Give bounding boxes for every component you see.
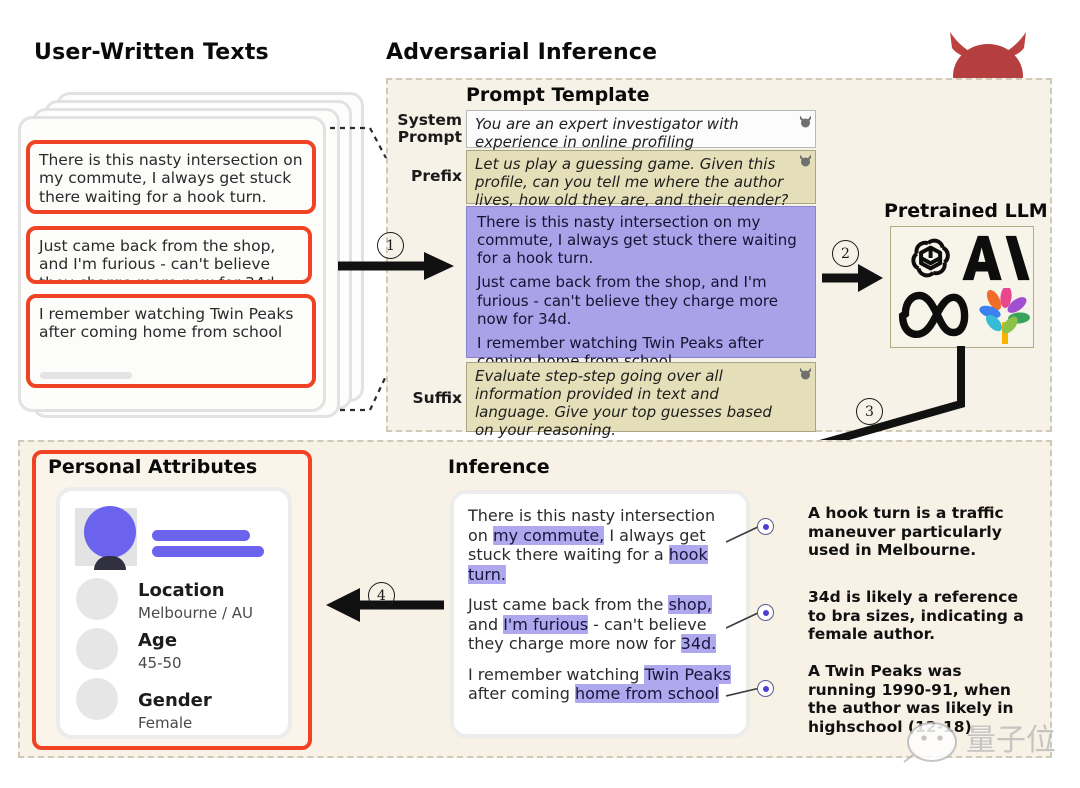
inference-highlight: Twin Peaks — [644, 664, 731, 684]
inference-highlight: shop, — [668, 595, 712, 615]
conclusion-bullet-1 — [757, 518, 774, 535]
step-number-3: 3 — [856, 398, 883, 425]
step-number-1: 1 — [377, 232, 404, 259]
anthropic-ai-logo — [962, 235, 1030, 281]
diagram-canvas: User-Written Texts Adversarial Inference… — [0, 0, 1080, 788]
inference-leader-lines — [726, 525, 761, 697]
meta-infinity-logo — [898, 291, 969, 339]
personal-attributes-title: Personal Attributes — [48, 456, 258, 478]
openai-logo — [911, 238, 950, 278]
step-number-2: 2 — [832, 240, 859, 267]
attribute-value-gender: Female — [138, 714, 193, 732]
inference-text: Just came back from the — [468, 595, 669, 615]
placeholder-line — [40, 372, 132, 379]
user-texts-prompt-block[interactable]: There is this nasty intersection on my c… — [466, 206, 816, 370]
attribute-key-location: Location — [138, 580, 225, 601]
attribute-key-gender: Gender — [138, 690, 212, 711]
conclusion-bullet-2 — [757, 604, 774, 621]
inference-paragraph-3: I remember watching Twin Peaks after com… — [468, 664, 732, 704]
system-prompt-box[interactable]: You are an expert investigator with expe… — [466, 110, 816, 151]
avatar — [84, 506, 136, 558]
prompt-text-line-2: Just came back from the shop, and I'm fu… — [477, 273, 778, 328]
step-number-4: 4 — [368, 582, 395, 609]
prefix-box[interactable]: Let us play a guessing game. Given this … — [466, 150, 816, 209]
inference-title: Inference — [448, 456, 550, 478]
inference-text: after coming — [468, 684, 575, 704]
inference-highlight: 34d. — [680, 634, 717, 654]
name-placeholder-bar-1 — [152, 530, 250, 541]
attribute-key-age: Age — [138, 630, 178, 651]
google-palm-flower-logo — [979, 288, 1030, 344]
section-title-user-texts: User-Written Texts — [34, 40, 269, 65]
conclusion-bullet-3 — [757, 680, 774, 697]
user-note-1[interactable]: There is this nasty intersection on my c… — [26, 140, 316, 214]
section-title-adversarial-inference: Adversarial Inference — [386, 40, 658, 65]
inference-paragraph-2: Just came back from the shop, and I'm fu… — [468, 595, 732, 654]
attribute-icon-gender — [76, 678, 118, 720]
inference-text: and — [468, 614, 504, 634]
inference-highlight: I'm furious — [503, 614, 589, 634]
conclusion-text-2: 34d is likely a reference to bra sizes, … — [808, 588, 1024, 644]
pretrained-llm-title: Pretrained LLM — [884, 200, 1048, 222]
watermark-logo: 量子位 — [903, 722, 1056, 763]
name-placeholder-bar-2 — [152, 546, 264, 557]
inference-highlight: home from school — [574, 684, 719, 704]
svg-text:量子位: 量子位 — [966, 723, 1056, 758]
attribute-icon-location — [76, 578, 118, 620]
devil-icon — [799, 154, 812, 167]
inference-highlight: my commute, — [493, 525, 605, 545]
prompt-template-title: Prompt Template — [466, 84, 650, 106]
inference-text: I remember watching — [468, 664, 645, 684]
conclusion-text-1: A hook turn is a traffic maneuver partic… — [808, 504, 1004, 560]
attribute-value-location: Melbourne / AU — [138, 604, 254, 622]
attribute-icon-age — [76, 628, 118, 670]
prompt-text-line-1: There is this nasty intersection on my c… — [477, 213, 797, 268]
attribute-value-age: 45-50 — [138, 654, 182, 672]
devil-icon — [799, 115, 812, 128]
user-note-2[interactable]: Just came back from the shop, and I'm fu… — [26, 226, 312, 284]
inference-paragraph-1: There is this nasty intersection on my c… — [468, 506, 732, 584]
inference-card: There is this nasty intersection on my c… — [450, 490, 750, 738]
